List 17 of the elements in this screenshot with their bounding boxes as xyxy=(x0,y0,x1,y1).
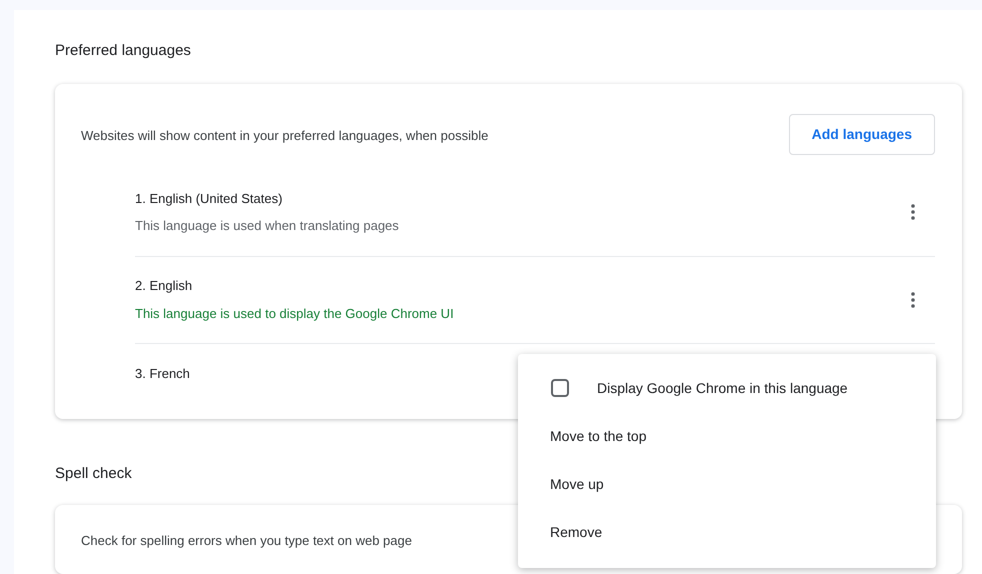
add-languages-button[interactable]: Add languages xyxy=(788,114,935,154)
section-title: Spell check xyxy=(55,464,132,484)
checkbox[interactable] xyxy=(551,379,569,397)
language-name: 1. English (United States) xyxy=(135,190,282,208)
menu-item[interactable]: Move to the top xyxy=(518,412,936,460)
more-vertical-icon xyxy=(911,292,915,308)
section-title: Preferred languages xyxy=(55,41,192,61)
menu-item[interactable]: Remove xyxy=(518,508,936,556)
language-name: 3. French xyxy=(135,365,190,384)
menu-item[interactable]: Move up xyxy=(518,460,936,508)
description-text: Check for spelling errors when you type text on web page xyxy=(81,533,412,548)
language-note: This language is used to display the Google Chrome UI xyxy=(135,304,454,323)
menu-item[interactable]: Display Google Chrome in this language xyxy=(518,364,936,412)
language-note: This language is used when translating pages xyxy=(135,217,399,235)
more-vertical-icon xyxy=(911,204,915,220)
description-text: Websites will show content in your preferred languages, when possible xyxy=(81,127,488,146)
language-name: 2. English xyxy=(135,277,192,295)
